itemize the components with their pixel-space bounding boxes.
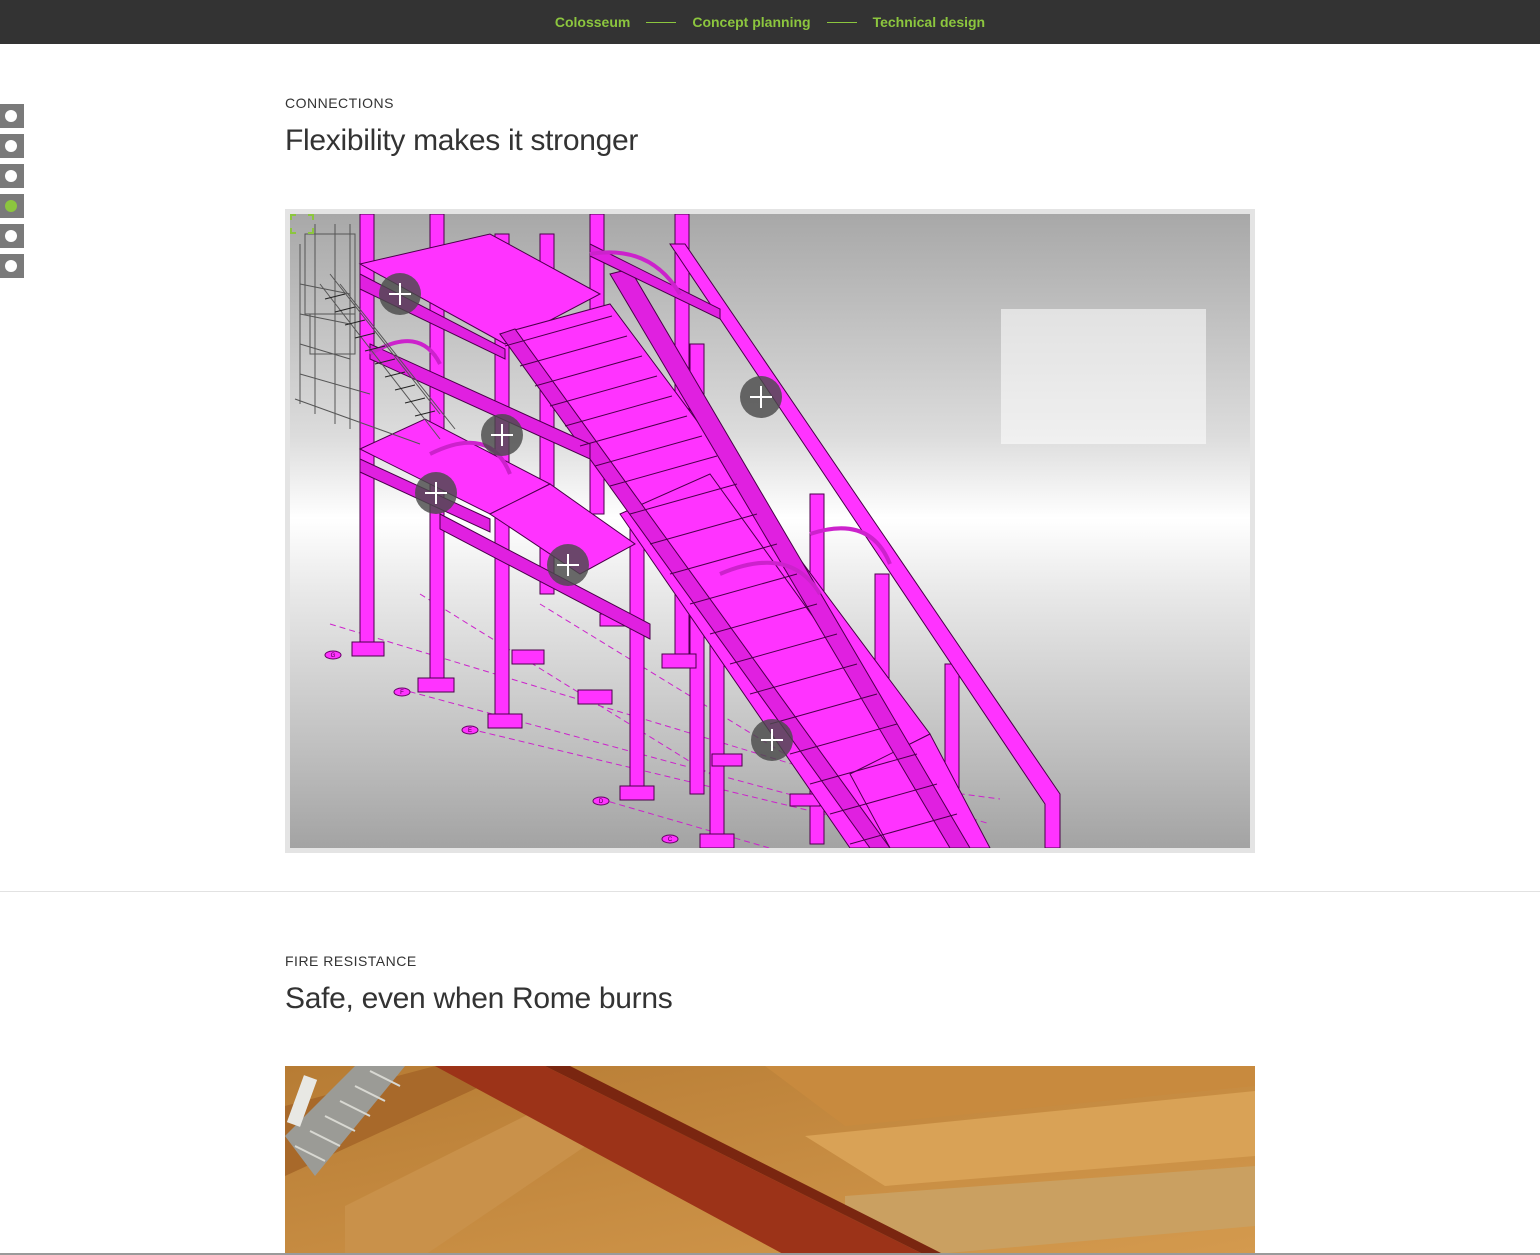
fullscreen-icon[interactable] xyxy=(290,214,314,234)
breadcrumb-colosseum[interactable]: Colosseum xyxy=(555,14,630,30)
timber-ceiling-photo xyxy=(285,1066,1255,1255)
dot-icon xyxy=(5,110,17,122)
top-navigation-bar: Colosseum Concept planning Technical des… xyxy=(0,0,1540,44)
3d-model-viewer[interactable]: G F E D C xyxy=(285,209,1255,853)
dot-icon xyxy=(5,170,17,182)
section-dot-5[interactable] xyxy=(0,224,24,248)
section-title-fire-resistance: Safe, even when Rome burns xyxy=(285,982,673,1015)
connection-hotspot-2[interactable] xyxy=(740,376,782,418)
section-divider xyxy=(0,891,1540,892)
minimap-viewport[interactable] xyxy=(1001,309,1206,444)
connection-hotspot-3[interactable] xyxy=(481,414,523,456)
grid-label-d: D xyxy=(599,799,604,805)
dot-icon xyxy=(5,260,17,272)
dot-icon xyxy=(5,200,17,212)
section-title-connections: Flexibility makes it stronger xyxy=(285,124,639,157)
breadcrumb-technical-design[interactable]: Technical design xyxy=(873,14,986,30)
connection-hotspot-5[interactable] xyxy=(547,544,589,586)
section-dot-2[interactable] xyxy=(0,134,24,158)
section-dot-1[interactable] xyxy=(0,104,24,128)
minimap-staircase-drawing xyxy=(294,224,456,445)
grid-label-e: E xyxy=(468,728,472,734)
section-dot-3[interactable] xyxy=(0,164,24,188)
grid-label-f: F xyxy=(400,690,404,696)
section-dot-4-active[interactable] xyxy=(0,194,24,218)
section-dot-6[interactable] xyxy=(0,254,24,278)
section-label-fire-resistance: FIRE RESISTANCE xyxy=(285,953,417,969)
connection-hotspot-6[interactable] xyxy=(751,719,793,761)
section-label-connections: CONNECTIONS xyxy=(285,95,394,111)
dot-icon xyxy=(5,230,17,242)
connection-hotspot-1[interactable] xyxy=(379,273,421,315)
grid-label-c: C xyxy=(668,837,673,843)
connection-hotspot-4[interactable] xyxy=(415,472,457,514)
model-canvas[interactable]: G F E D C xyxy=(290,214,1250,848)
breadcrumb-concept-planning[interactable]: Concept planning xyxy=(692,14,810,30)
dot-icon xyxy=(5,140,17,152)
section-dot-navigation xyxy=(0,104,24,284)
grid-label-g: G xyxy=(331,653,336,659)
breadcrumb-separator xyxy=(646,21,677,23)
breadcrumb-separator xyxy=(826,21,857,23)
